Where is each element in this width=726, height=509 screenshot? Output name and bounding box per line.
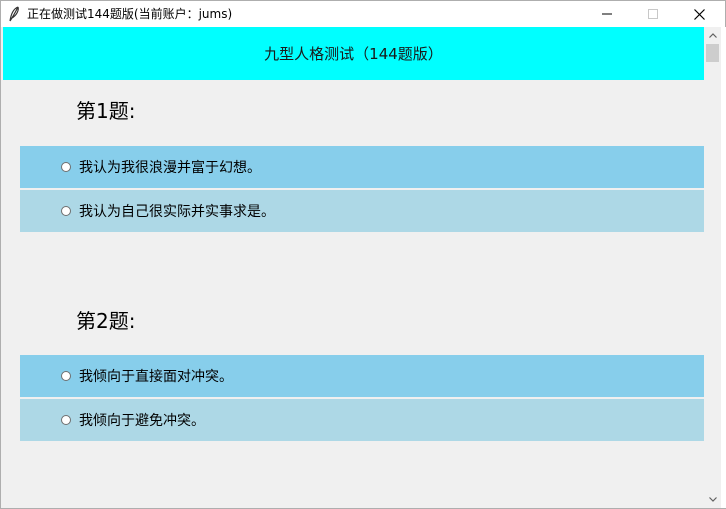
option-label: 我认为我很浪漫并富于幻想。 xyxy=(79,160,261,176)
feather-icon xyxy=(9,6,19,22)
content-area: 九型人格测试（144题版） 第1题: 我认为我很浪漫并富于幻想。 我认为自己很实… xyxy=(3,27,704,508)
arrow-down-icon xyxy=(708,497,717,502)
radio-button[interactable] xyxy=(61,371,71,381)
option-label: 我认为自己很实际并实事求是。 xyxy=(79,204,275,220)
scroll-up-button[interactable] xyxy=(704,27,721,44)
title-bar[interactable]: 正在做测试144题版(当前账户：jums) xyxy=(1,1,725,27)
question-2-option-b[interactable]: 我倾向于避免冲突。 xyxy=(20,399,704,441)
question-1-title: 第1题: xyxy=(76,99,136,123)
scroll-down-button[interactable] xyxy=(704,491,721,508)
option-label: 我倾向于避免冲突。 xyxy=(79,413,205,429)
option-label: 我倾向于直接面对冲突。 xyxy=(79,369,233,385)
app-window: 正在做测试144题版(当前账户：jums) 九型人格测试（144题版） 第1题:… xyxy=(0,0,726,509)
arrow-up-icon xyxy=(708,33,717,38)
close-button[interactable] xyxy=(676,1,722,27)
radio-button[interactable] xyxy=(61,415,71,425)
banner-title: 九型人格测试（144题版） xyxy=(264,45,443,63)
minimize-button[interactable] xyxy=(584,1,630,27)
maximize-icon xyxy=(648,9,658,19)
vertical-scrollbar[interactable] xyxy=(704,27,721,508)
question-1-option-b[interactable]: 我认为自己很实际并实事求是。 xyxy=(20,190,704,232)
radio-button[interactable] xyxy=(61,206,71,216)
radio-button[interactable] xyxy=(61,162,71,172)
window-title: 正在做测试144题版(当前账户：jums) xyxy=(27,7,233,21)
scrollbar-thumb[interactable] xyxy=(706,44,719,62)
question-2-option-a[interactable]: 我倾向于直接面对冲突。 xyxy=(20,355,704,397)
question-2-title: 第2题: xyxy=(76,309,136,333)
test-banner: 九型人格测试（144题版） xyxy=(3,27,704,80)
question-1-option-a[interactable]: 我认为我很浪漫并富于幻想。 xyxy=(20,146,704,188)
close-icon xyxy=(693,8,705,20)
window-edge xyxy=(721,27,726,508)
maximize-button[interactable] xyxy=(630,1,676,27)
minimize-icon xyxy=(602,13,612,15)
